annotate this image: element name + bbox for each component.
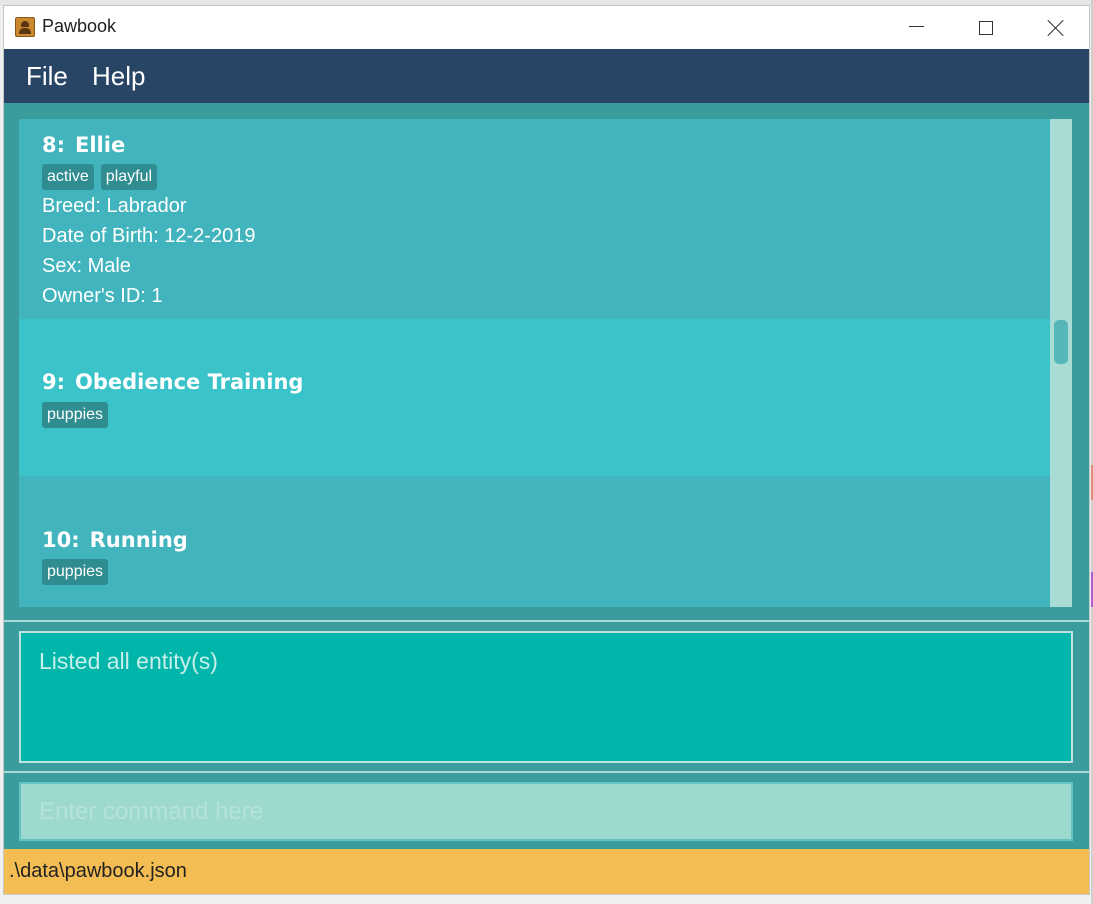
item-name: Obedience Training <box>75 370 304 394</box>
title-bar[interactable]: Pawbook <box>4 6 1089 49</box>
list-scrollbar[interactable] <box>1050 119 1072 607</box>
contact-book-icon <box>15 17 35 37</box>
item-title: 9: Obedience Training <box>42 370 303 394</box>
minimize-icon <box>908 26 924 27</box>
result-message: Listed all entity(s) <box>39 648 218 674</box>
maximize-icon <box>979 20 993 35</box>
list-item[interactable]: 8: Ellie active playful Breed: Labrador D… <box>19 119 1050 319</box>
menu-bar: File Help <box>4 49 1089 103</box>
tag: active <box>42 164 94 190</box>
item-name: Ellie <box>75 133 126 157</box>
minimize-button[interactable] <box>886 6 946 49</box>
item-title: 8: Ellie <box>42 133 125 157</box>
item-title: 10: Running <box>42 528 188 552</box>
tag: playful <box>100 164 158 190</box>
tag-list: puppies <box>42 559 109 585</box>
tag-list: puppies <box>42 402 109 428</box>
item-sex: Sex: Male <box>42 255 131 277</box>
menu-file[interactable]: File <box>26 61 68 92</box>
list-item[interactable]: 9: Obedience Training puppies <box>19 319 1050 476</box>
divider <box>4 620 1089 622</box>
maximize-button[interactable] <box>956 6 1016 49</box>
menu-help[interactable]: Help <box>92 61 145 92</box>
item-owner-id: Owner's ID: 1 <box>42 285 163 307</box>
window-title: Pawbook <box>42 16 117 36</box>
item-breed: Breed: Labrador <box>42 195 187 217</box>
close-icon <box>1047 19 1065 37</box>
command-box[interactable] <box>19 782 1073 841</box>
list-item[interactable]: 10: Running puppies <box>19 476 1050 607</box>
entity-list[interactable]: 8: Ellie active playful Breed: Labrador D… <box>19 119 1072 607</box>
scrollbar-thumb[interactable] <box>1054 320 1068 364</box>
status-bar: .\data\pawbook.json <box>4 849 1089 894</box>
command-input[interactable] <box>21 784 1071 839</box>
tag: puppies <box>42 402 109 428</box>
divider <box>4 771 1089 773</box>
save-file-path: .\data\pawbook.json <box>9 860 187 882</box>
app-window: Pawbook File Help 8: Ellie active playful… <box>3 5 1090 895</box>
item-name: Running <box>89 528 188 552</box>
item-date-of-birth: Date of Birth: 12-2-2019 <box>42 225 256 247</box>
result-display: Listed all entity(s) <box>19 631 1073 763</box>
item-index: 8: <box>42 133 66 157</box>
tag-list: active playful <box>42 164 158 190</box>
item-index: 9: <box>42 370 66 394</box>
item-index: 10: <box>42 528 80 552</box>
close-button[interactable] <box>1026 6 1086 49</box>
tag: puppies <box>42 559 109 585</box>
